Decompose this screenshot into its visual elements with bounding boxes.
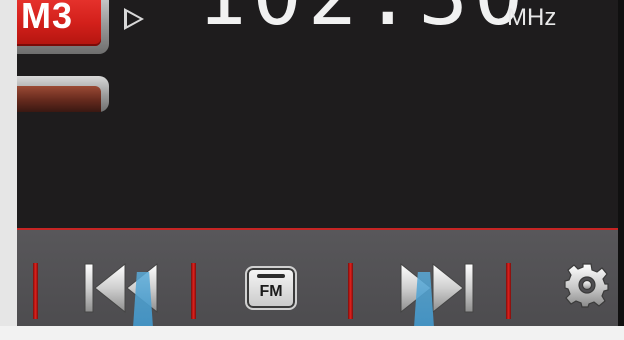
screen-edge <box>618 0 624 326</box>
separator <box>33 263 38 319</box>
separator <box>348 263 353 319</box>
settings-button[interactable] <box>563 261 611 317</box>
play-indicator-icon <box>124 8 144 30</box>
preset-face <box>17 86 101 112</box>
fm-band-icon <box>257 274 285 278</box>
separator <box>506 263 511 319</box>
next-button[interactable] <box>397 260 477 316</box>
separator <box>191 263 196 319</box>
control-bar: FM <box>17 228 624 326</box>
radio-screen: M3 102.30 MHz <box>17 0 624 326</box>
skip-next-icon <box>400 262 474 314</box>
band-fm-button[interactable]: FM <box>245 266 297 310</box>
gear-icon <box>564 263 609 308</box>
preset-label: M3 <box>21 0 74 36</box>
frequency-unit: MHz <box>507 4 557 31</box>
preset-button-m3[interactable]: M3 <box>17 0 109 54</box>
band-label: FM <box>259 283 283 300</box>
frequency-display: 102.30 <box>197 0 529 38</box>
bezel <box>0 326 624 340</box>
preset-button[interactable] <box>17 76 109 112</box>
